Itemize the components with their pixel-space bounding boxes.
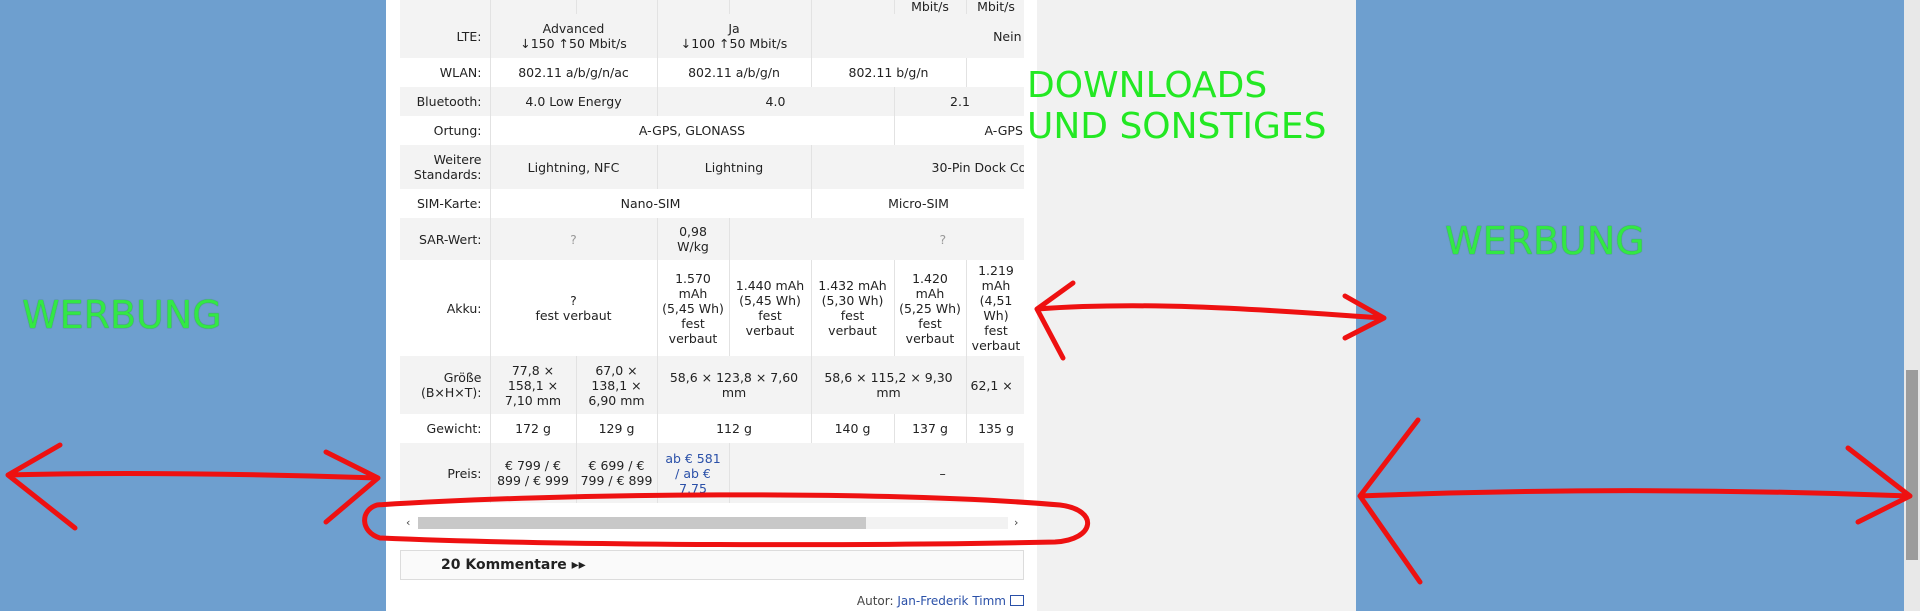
table-cell: 4.0 Low Energy [490, 87, 658, 116]
table-row: Akku: ? fest verbaut 1.570 mAh (5,45 Wh)… [400, 260, 1024, 356]
table-cell: ? [729, 218, 1024, 260]
table-row: Bluetooth: 4.0 Low Energy 4.0 2.1 [400, 87, 1024, 116]
table-cell: 112 g [657, 414, 812, 443]
table-cell: 67,0 × 138,1 × 6,90 mm [576, 356, 658, 414]
vertical-scrollbar-thumb[interactable] [1906, 370, 1918, 560]
row-label: WLAN: [400, 58, 491, 87]
table-row: SIM-Karte: Nano-SIM Micro-SIM [400, 189, 1024, 218]
table-cell: 4.0 [657, 87, 895, 116]
table-row: Mbit/s Mbit/s [400, 0, 1024, 14]
row-label: Akku: [400, 260, 491, 356]
table-cell: Nein [811, 14, 1024, 58]
table-cell: € 699 / € 799 / € 899 [576, 443, 658, 503]
table-cell: 172 g [490, 414, 577, 443]
row-label: Bluetooth: [400, 87, 491, 116]
table-cell: Micro-SIM [811, 189, 1024, 218]
annotation-werbung-right: WERBUNG [1445, 219, 1645, 263]
table-cell: 1.219 mAh (4,51 Wh) fest verbaut [966, 260, 1024, 356]
table-cell: Lightning [657, 145, 812, 189]
comments-link[interactable]: 20 Kommentare ▸▸ [441, 557, 586, 573]
table-cell: 30-Pin Dock Con [811, 145, 1024, 189]
scroll-left-arrow-icon[interactable]: ‹ [406, 517, 410, 529]
table-cell: 1.420 mAh (5,25 Wh) fest verbaut [894, 260, 967, 356]
table-cell: 58,6 × 115,2 × 9,30 mm [811, 356, 967, 414]
price-link[interactable]: ab € 581 / ab € 7,75 [657, 443, 730, 503]
table-cell: 62,1 × [966, 356, 1024, 414]
row-label: SIM-Karte: [400, 189, 491, 218]
table-cell: A-GPS [894, 116, 1024, 145]
row-label: Größe (B×H×T): [400, 356, 491, 414]
table-cell: 129 g [576, 414, 658, 443]
table-row: SAR-Wert: ? 0,98 W/kg ? [400, 218, 1024, 260]
table-cell: Advanced ↓150 ↑50 Mbit/s [490, 14, 658, 58]
author-line: Autor: Jan-Frederik Timm [857, 594, 1024, 608]
table-cell: 1.440 mAh (5,45 Wh) fest verbaut [729, 260, 812, 356]
scroll-right-arrow-icon[interactable]: › [1014, 517, 1018, 529]
table-cell: 1.570 mAh (5,45 Wh) fest verbaut [657, 260, 730, 356]
table-cell: 0,98 W/kg [657, 218, 730, 260]
row-label: Gewicht: [400, 414, 491, 443]
table-cell: Nano-SIM [490, 189, 812, 218]
table-cell: 2.1 [894, 87, 1024, 116]
table-row: LTE: Advanced ↓150 ↑50 Mbit/s Ja ↓100 ↑5… [400, 14, 1024, 58]
table-cell: 135 g [966, 414, 1024, 443]
table-cell: 802.11 a/b/g/n/ac [490, 58, 658, 87]
row-label: Weitere Standards: [400, 145, 491, 189]
table-cell: ? fest verbaut [490, 260, 658, 356]
table-cell: Ja ↓100 ↑50 Mbit/s [657, 14, 812, 58]
table-cell: 137 g [894, 414, 967, 443]
author-name-link[interactable]: Jan-Frederik Timm [897, 594, 1006, 608]
table-row: WLAN: 802.11 a/b/g/n/ac 802.11 a/b/g/n 8… [400, 58, 1024, 87]
table-cell: 58,6 × 123,8 × 7,60 mm [657, 356, 812, 414]
scrollbar-thumb[interactable] [418, 517, 866, 529]
spec-table: Mbit/s Mbit/s LTE: Advanced ↓150 ↑50 Mbi… [400, 0, 1024, 503]
page-vertical-scrollbar[interactable] [1904, 0, 1920, 611]
spec-table-container[interactable]: Mbit/s Mbit/s LTE: Advanced ↓150 ↑50 Mbi… [400, 0, 1024, 512]
table-row: Gewicht: 172 g 129 g 112 g 140 g 137 g 1… [400, 414, 1024, 443]
table-row: Preis: € 799 / € 899 / € 999 € 699 / € 7… [400, 443, 1024, 503]
table-cell: 1.432 mAh (5,30 Wh) fest verbaut [811, 260, 895, 356]
table-cell: 77,8 × 158,1 × 7,10 mm [490, 356, 577, 414]
table-cell: € 799 / € 899 / € 999 [490, 443, 577, 503]
row-label: SAR-Wert: [400, 218, 491, 260]
right-double-arrow [1357, 417, 1913, 585]
row-label: Preis: [400, 443, 491, 503]
table-cell: A-GPS, GLONASS [490, 116, 895, 145]
table-row: Weitere Standards: Lightning, NFC Lightn… [400, 145, 1024, 189]
table-cell: 802.11 a/b/g/n [657, 58, 812, 87]
table-row: Ortung: A-GPS, GLONASS A-GPS [400, 116, 1024, 145]
table-cell: Mbit/s [894, 0, 967, 14]
table-cell: – [729, 443, 1024, 503]
table-cell: 802.11 b/g/n [811, 58, 967, 87]
author-prefix: Autor: [856, 594, 894, 608]
left-double-arrow [5, 442, 381, 531]
row-label: LTE: [400, 14, 491, 58]
annotation-und-sonstiges: UND SONSTIGES [1027, 106, 1327, 147]
comments-bar[interactable]: 20 Kommentare ▸▸ [400, 550, 1024, 580]
table-horizontal-scrollbar[interactable]: ‹ › [404, 514, 1024, 532]
table-cell: 140 g [811, 414, 895, 443]
annotation-downloads: DOWNLOADS [1027, 65, 1268, 106]
mail-icon[interactable] [1010, 595, 1024, 606]
table-row: Größe (B×H×T): 77,8 × 158,1 × 7,10 mm 67… [400, 356, 1024, 414]
row-label: Ortung: [400, 116, 491, 145]
table-cell: Lightning, NFC [490, 145, 658, 189]
annotation-werbung-left: WERBUNG [22, 293, 222, 337]
table-cell: ? [490, 218, 658, 260]
table-cell: Mbit/s [966, 0, 1024, 14]
